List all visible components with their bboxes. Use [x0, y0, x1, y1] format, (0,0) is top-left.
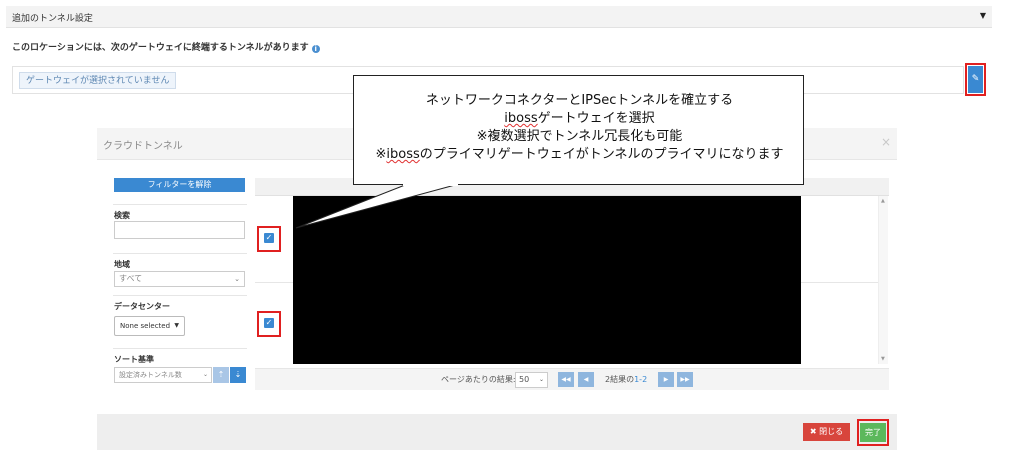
sort-ascending-button[interactable]: ⇡ [213, 367, 229, 383]
datacenter-value: None selected [120, 322, 171, 330]
next-page-icon: ▶ [663, 376, 669, 383]
sort-value: 設定済みトンネル数 [119, 371, 182, 379]
results-count: 2結果の1-2 [605, 374, 647, 385]
callout-brand: iboss [386, 147, 420, 162]
sort-label: ソート基準 [114, 355, 154, 364]
gateway-row-2-checkbox[interactable]: ✓ [264, 318, 274, 328]
info-icon[interactable]: i [311, 45, 320, 53]
sort-descending-button[interactable]: ⇣ [230, 367, 246, 383]
region-value: すべて [119, 274, 143, 283]
close-button-label: 閉じる [819, 427, 844, 436]
prev-page-button[interactable]: ◀ [578, 372, 594, 387]
edit-highlight-frame: ✎ [965, 63, 986, 96]
filter-divider [113, 204, 247, 205]
first-page-icon: ◀◀ [561, 376, 571, 383]
callout-line-2-text: ゲートウェイを選択 [537, 111, 655, 126]
modal-title: クラウドトンネル [103, 141, 183, 152]
datacenter-multiselect[interactable]: None selected ▼ [114, 316, 185, 336]
callout-line-2: ibossゲートウェイを選択 [354, 110, 805, 128]
scroll-up-icon[interactable]: ▲ [881, 198, 885, 204]
chevron-down-icon: ⌄ [234, 275, 240, 283]
region-select[interactable]: すべて ⌄ [114, 271, 245, 287]
caret-down-icon: ▼ [174, 322, 179, 329]
last-page-icon: ▶▶ [680, 376, 690, 383]
caret-down-icon[interactable]: ▼ [980, 11, 986, 20]
filter-divider [113, 253, 247, 254]
filter-divider [113, 348, 247, 349]
tunnel-info: このロケーションには、次のゲートウェイに終端するトンネルがあります i [12, 40, 320, 53]
callout-line-3: ※複数選択でトンネル冗長化も可能 [476, 129, 683, 144]
callout-line-4-text: のプライマリゲートウェイがトンネルのプライマリになります [419, 147, 784, 162]
search-label: 検索 [114, 211, 130, 220]
tunnel-settings-header[interactable]: 追加のトンネル設定 ▼ [6, 6, 992, 28]
chevron-down-icon: ⌄ [202, 371, 208, 378]
search-input[interactable] [114, 221, 245, 239]
table-scrollbar[interactable]: ▲ ▼ [878, 196, 888, 364]
modal-footer: ✖ 閉じる 完了 [97, 414, 897, 450]
edit-gateways-button[interactable]: ✎ [968, 66, 983, 93]
callout-pointer-mask [403, 183, 458, 186]
pencil-icon: ✎ [971, 74, 980, 84]
check-icon: ✓ [265, 318, 273, 327]
callout-line-4-prefix: ※ [375, 147, 387, 162]
chevron-down-icon: ⌄ [538, 376, 544, 383]
region-label: 地域 [114, 260, 130, 269]
datacenter-label: データセンター [114, 302, 170, 311]
results-prefix: 2結果の [605, 375, 635, 384]
per-page-value: 50 [519, 375, 530, 384]
close-icon[interactable]: × [881, 135, 891, 149]
sort-select[interactable]: 設定済みトンネル数 ⌄ [114, 367, 212, 383]
gateway-row-1-checkbox[interactable]: ✓ [264, 233, 274, 243]
clear-filters-button[interactable]: フィルターを解除 [114, 178, 245, 192]
gateway-tag: ゲートウェイが選択されていません [19, 72, 177, 89]
sort-descending-icon: ⇣ [234, 370, 242, 379]
callout-brand: iboss [504, 111, 538, 126]
scroll-down-icon[interactable]: ▼ [881, 356, 885, 362]
tunnel-settings-title: 追加のトンネル設定 [12, 14, 93, 24]
done-highlight-frame: 完了 [857, 419, 889, 446]
checkbox-highlight-frame: ✓ [257, 311, 281, 337]
close-icon: ✖ [809, 427, 817, 436]
callout-line-1: ネットワークコネクターとIPSecトンネルを確立する [425, 93, 734, 108]
pagination-bar: ページあたりの結果: 50 ⌄ ◀◀ ◀ 2結果の1-2 ▶ ▶▶ [255, 368, 889, 390]
last-page-button[interactable]: ▶▶ [677, 372, 693, 387]
prev-page-icon: ◀ [583, 376, 589, 383]
per-page-label: ページあたりの結果: [441, 375, 516, 384]
done-button[interactable]: 完了 [860, 423, 886, 442]
annotation-callout: ネットワークコネクターとIPSecトンネルを確立する ibossゲートウェイを選… [353, 75, 804, 185]
redacted-gateway-list [293, 196, 801, 364]
callout-line-4: ※ibossのプライマリゲートウェイがトンネルのプライマリになります [354, 146, 805, 164]
sort-ascending-icon: ⇡ [217, 370, 225, 379]
close-button[interactable]: ✖ 閉じる [803, 423, 850, 441]
checkbox-highlight-frame: ✓ [257, 226, 281, 252]
next-page-button[interactable]: ▶ [658, 372, 674, 387]
per-page-select[interactable]: 50 ⌄ [515, 372, 548, 388]
filter-panel: フィルターを解除 検索 地域 すべて ⌄ データセンター None select… [113, 176, 247, 390]
check-icon: ✓ [265, 233, 273, 242]
first-page-button[interactable]: ◀◀ [558, 372, 574, 387]
filter-divider [113, 295, 247, 296]
tunnel-info-text: このロケーションには、次のゲートウェイに終端するトンネルがあります [12, 43, 309, 53]
results-range: 1-2 [634, 375, 648, 384]
